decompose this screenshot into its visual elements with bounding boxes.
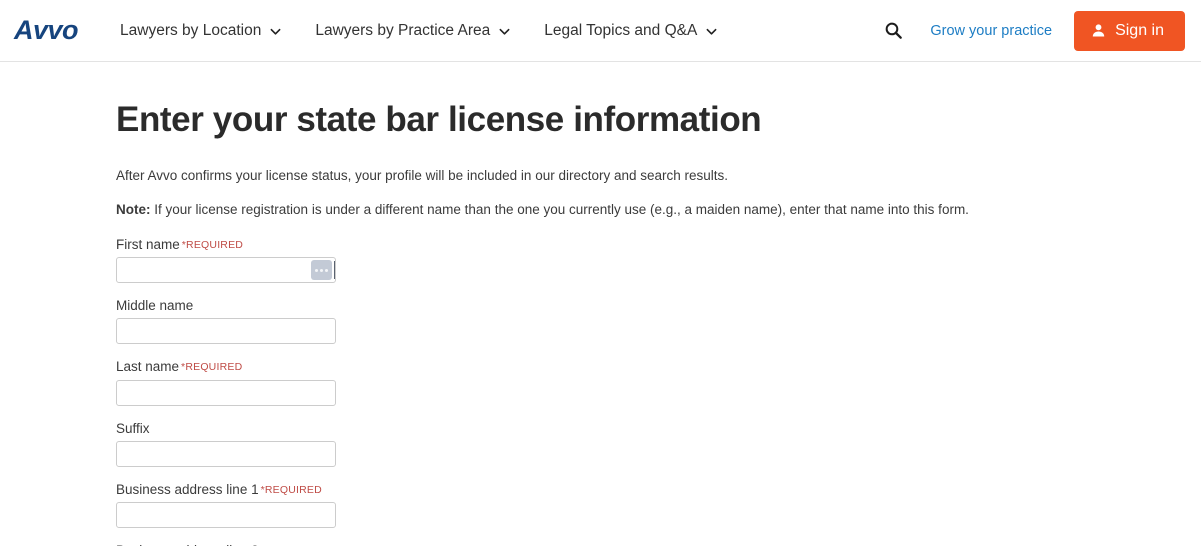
nav-item-lawyers-by-location[interactable]: Lawyers by Location (120, 22, 281, 40)
search-icon[interactable] (878, 16, 908, 46)
first-name-input[interactable] (116, 257, 336, 284)
label-text: Business address line 1 (116, 481, 259, 497)
nav-item-lawyers-by-practice-area[interactable]: Lawyers by Practice Area (315, 22, 510, 40)
field-business-address-line-1: Business address line 1 *REQUIRED (116, 482, 1201, 528)
person-icon (1091, 23, 1106, 38)
business-address-line-1-input[interactable] (116, 501, 336, 528)
field-label-suffix: Suffix (116, 421, 1201, 437)
last-name-input[interactable] (116, 379, 336, 406)
suffix-input[interactable] (116, 440, 336, 467)
grow-your-practice-link[interactable]: Grow your practice (930, 23, 1052, 39)
sign-in-button[interactable]: Sign in (1074, 10, 1185, 51)
chevron-down-icon (499, 26, 510, 37)
field-label-last-name: Last name *REQUIRED (116, 359, 1201, 375)
field-middle-name: Middle name (116, 298, 1201, 345)
required-marker: *REQUIRED (181, 361, 243, 374)
input-wrapper-business-address-line-1 (116, 501, 336, 528)
input-wrapper-middle-name (116, 318, 336, 345)
note-paragraph: Note: If your license registration is un… (116, 186, 1201, 220)
text-cursor-caret (334, 261, 335, 280)
site-header: Avvo Lawyers by Location Lawyers by Prac… (0, 0, 1201, 62)
label-text: Last name (116, 359, 180, 375)
field-label-middle-name: Middle name (116, 298, 1201, 314)
label-text: Middle name (116, 298, 194, 314)
dot (315, 268, 318, 272)
label-text: First name (116, 237, 180, 253)
chevron-down-icon (706, 26, 717, 37)
nav-label: Lawyers by Location (120, 21, 262, 39)
dot (320, 268, 323, 272)
sign-in-label: Sign in (1115, 21, 1164, 39)
note-label: Note: (116, 202, 151, 218)
required-marker: *REQUIRED (181, 239, 244, 252)
chevron-down-icon (270, 26, 281, 37)
avvo-logo[interactable]: Avvo (14, 17, 79, 44)
nav-label: Legal Topics and Q&A (544, 21, 698, 39)
input-wrapper-last-name (116, 379, 336, 406)
autofill-ellipsis-button[interactable] (311, 260, 332, 281)
main-content: Enter your state bar license information… (0, 62, 1201, 546)
label-text: Suffix (116, 420, 150, 436)
note-text: If your license registration is under a … (150, 202, 969, 218)
field-suffix: Suffix (116, 421, 1201, 467)
middle-name-input[interactable] (116, 318, 336, 345)
input-wrapper-first-name (116, 257, 336, 284)
required-marker: *REQUIRED (260, 483, 322, 496)
field-last-name: Last name *REQUIRED (116, 359, 1201, 406)
input-wrapper-suffix (116, 440, 336, 467)
page-title: Enter your state bar license information (116, 100, 762, 139)
field-label-business-address-line-1: Business address line 1 *REQUIRED (116, 482, 1201, 498)
primary-navigation: Lawyers by Location Lawyers by Practice … (120, 22, 717, 40)
header-actions: Grow your practice Sign in (878, 10, 1185, 51)
bar-license-form: First name *REQUIRED Middle name Last na… (116, 220, 1201, 546)
dot (325, 268, 328, 272)
field-label-first-name: First name *REQUIRED (116, 237, 1201, 253)
nav-item-legal-topics-and-qa[interactable]: Legal Topics and Q&A (544, 22, 717, 40)
nav-label: Lawyers by Practice Area (315, 21, 491, 39)
intro-paragraph: After Avvo confirms your license status,… (116, 168, 729, 184)
field-first-name: First name *REQUIRED (116, 237, 1201, 284)
